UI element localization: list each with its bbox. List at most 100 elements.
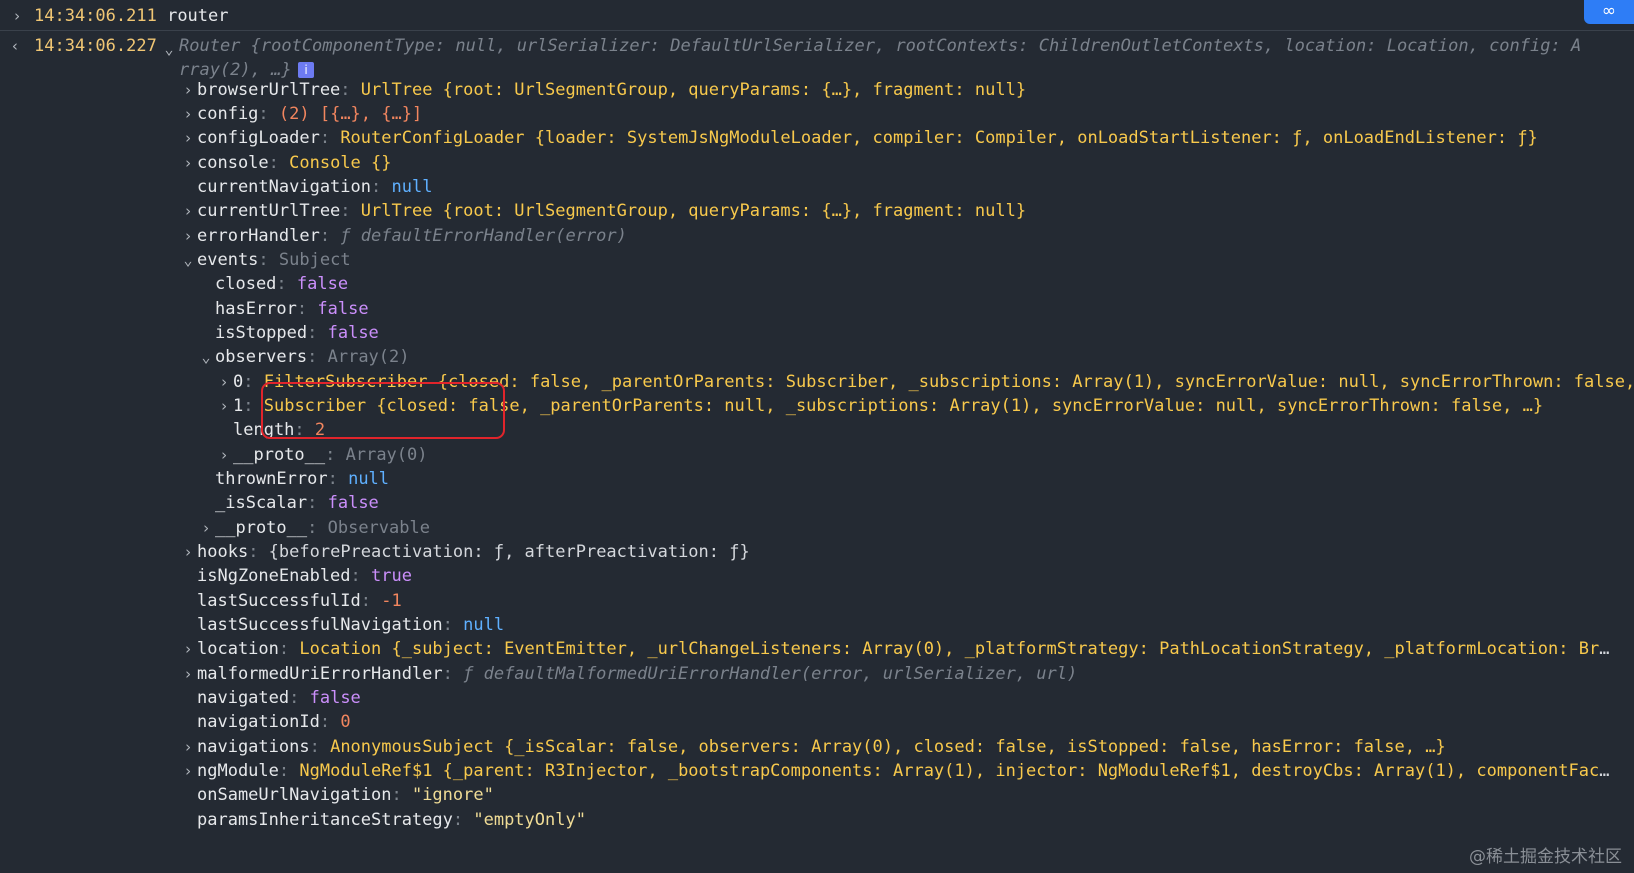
prop-value: "ignore" (411, 785, 494, 805)
prop-key: 1 (233, 396, 244, 416)
highlight-annotation (261, 382, 505, 439)
prop-key: observers (215, 347, 308, 367)
prop-key: hasError (215, 299, 297, 319)
prop-key: hooks (197, 542, 249, 562)
console-output-line[interactable]: ‹ 14:34:06.227 ⌄ Router {rootComponentTy… (0, 34, 1634, 59)
prop-value: NgModuleRef$1 {_parent: R3Injector, _boo… (299, 761, 1618, 781)
prop-key: ngModule (197, 761, 279, 781)
prop-value: 0 (340, 712, 351, 732)
prop-row-errorHandler[interactable]: › errorHandler: ƒ defaultErrorHandler(er… (0, 224, 1634, 249)
prop-row-onSameUrlNavigation: onSameUrlNavigation: "ignore" (197, 785, 494, 805)
prop-key: console (197, 153, 269, 173)
prop-key: isNgZoneEnabled (197, 566, 351, 586)
prop-value: Location {_subject: EventEmitter, _urlCh… (299, 639, 1618, 659)
prop-key: errorHandler (197, 226, 320, 246)
prop-row-configLoader[interactable]: › configLoader: RouterConfigLoader {load… (0, 126, 1634, 151)
chevron-right-icon[interactable]: › (181, 735, 195, 760)
prop-row-location[interactable]: › location: Location {_subject: EventEmi… (0, 637, 1634, 662)
object-preview-line1[interactable]: Router {rootComponentType: null, urlSeri… (179, 34, 1581, 59)
prop-value: Console {} (289, 153, 392, 173)
prop-value: false (309, 688, 361, 708)
prop-row-navigationId: navigationId: 0 (197, 712, 351, 732)
info-icon[interactable]: i (298, 62, 314, 78)
chevron-right-icon[interactable]: › (181, 102, 195, 127)
chevron-right-icon[interactable]: › (181, 759, 195, 784)
prop-row-isStopped: isStopped: false (215, 323, 379, 343)
prop-value: false (317, 299, 369, 319)
prop-key: onSameUrlNavigation (197, 785, 392, 805)
watermark: @稀土掘金技术社区 (1469, 847, 1622, 867)
timestamp: 14:34:06.227 (34, 36, 157, 56)
prop-key: events (197, 250, 259, 270)
chevron-right-icon[interactable]: › (181, 637, 195, 662)
prop-row-hooks[interactable]: › hooks: {beforePreactivation: ƒ, afterP… (0, 540, 1634, 565)
prop-row-length: length: 2 (233, 420, 326, 440)
chevron-right-icon[interactable]: › (181, 78, 195, 103)
prop-value: false (296, 274, 349, 294)
prop-row-isScalar: _isScalar: false (215, 493, 379, 513)
prop-key: browserUrlTree (197, 80, 341, 100)
prop-row-events[interactable]: ⌄ events: Subject (0, 248, 1634, 273)
prop-value: Subject (278, 250, 351, 270)
return-arrow-icon: ‹ (10, 37, 20, 55)
chevron-right-icon[interactable]: › (181, 126, 195, 151)
prop-value: null (463, 615, 505, 635)
prop-row-observers[interactable]: ⌄ observers: Array(2) (0, 345, 1634, 370)
chevron-down-icon[interactable]: ⌄ (181, 248, 195, 273)
prop-row-hasError: hasError: false (215, 299, 369, 319)
prop-row-browserUrlTree[interactable]: › browserUrlTree: UrlTree {root: UrlSegm… (0, 78, 1634, 103)
prop-value: RouterConfigLoader {loader: SystemJsNgMo… (340, 128, 1538, 148)
chevron-right-icon[interactable]: › (199, 516, 213, 541)
chevron-right-icon[interactable]: › (217, 443, 231, 468)
prop-key: _isScalar (215, 493, 308, 513)
prop-key: navigated (197, 688, 290, 708)
prop-row-currentUrlTree[interactable]: › currentUrlTree: UrlTree {root: UrlSegm… (0, 199, 1634, 224)
chevron-right-icon[interactable]: › (217, 370, 231, 395)
prop-row-subject-proto[interactable]: › __proto__: Observable (0, 516, 1634, 541)
prop-row-observer-0[interactable]: › 0: FilterSubscriber {closed: false, _p… (0, 370, 1634, 395)
prop-row-array-proto[interactable]: › __proto__: Array(0) (0, 443, 1634, 468)
chevron-right-icon[interactable]: › (181, 224, 195, 249)
console-input-line[interactable]: › 14:34:06.211 router (0, 4, 1634, 29)
prop-value: (2) [{…}, {…}] (278, 104, 423, 124)
prop-key: currentNavigation (197, 177, 371, 197)
prop-row-navigations[interactable]: › navigations: AnonymousSubject {_isScal… (0, 735, 1634, 760)
prop-key: location (197, 639, 279, 659)
prop-key: 0 (233, 372, 244, 392)
prop-value: -1 (381, 591, 402, 611)
prop-value: null (391, 177, 433, 197)
prop-row-config[interactable]: › config: (2) [{…}, {…}] (0, 102, 1634, 127)
prop-value: {beforePreactivation: ƒ, afterPreactivat… (268, 542, 750, 562)
prop-row-lastSuccessfulId: lastSuccessfulId: -1 (197, 591, 402, 611)
prop-key: isStopped (215, 323, 308, 343)
prop-row-thrownError: thrownError: null (215, 469, 390, 489)
prop-row-isNgZoneEnabled: isNgZoneEnabled: true (197, 566, 412, 586)
chevron-down-icon[interactable]: ⌄ (199, 345, 213, 370)
prop-row-malformedUriErrorHandler[interactable]: › malformedUriErrorHandler: ƒ defaultMal… (0, 662, 1634, 687)
prop-value: true (371, 566, 412, 586)
prop-value: Observable (327, 518, 430, 538)
prop-row-paramsInheritanceStrategy: paramsInheritanceStrategy: "emptyOnly" (197, 810, 586, 830)
prop-key: paramsInheritanceStrategy (197, 810, 453, 830)
prop-row-navigated: navigated: false (197, 688, 361, 708)
prop-value: Array(2) (327, 347, 410, 367)
prop-key: thrownError (215, 469, 328, 489)
prop-key: navigations (197, 737, 310, 757)
prop-value: "emptyOnly" (473, 810, 586, 830)
prop-key: malformedUriErrorHandler (197, 664, 443, 684)
prop-value: ƒ defaultErrorHandler(error) (340, 226, 627, 246)
prop-key: config (197, 104, 259, 124)
prop-key: currentUrlTree (197, 201, 341, 221)
prop-row-ngModule[interactable]: › ngModule: NgModuleRef$1 {_parent: R3In… (0, 759, 1634, 784)
chevron-down-icon[interactable]: ⌄ (162, 37, 176, 59)
chevron-right-icon[interactable]: › (181, 151, 195, 176)
prop-value: false (327, 493, 379, 513)
chevron-right-icon[interactable]: › (181, 662, 195, 687)
chevron-right-icon[interactable]: › (181, 540, 195, 565)
timestamp: 14:34:06.211 (34, 6, 157, 26)
chevron-right-icon[interactable]: › (181, 199, 195, 224)
chevron-right-icon[interactable]: › (217, 394, 231, 419)
prop-row-observer-1[interactable]: › 1: Subscriber {closed: false, _parentO… (0, 394, 1634, 419)
prop-row-console[interactable]: › console: Console {} (0, 151, 1634, 176)
devtools-console: ∞ › 14:34:06.211 router ‹ 14:34:06.227 ⌄… (0, 0, 1634, 873)
